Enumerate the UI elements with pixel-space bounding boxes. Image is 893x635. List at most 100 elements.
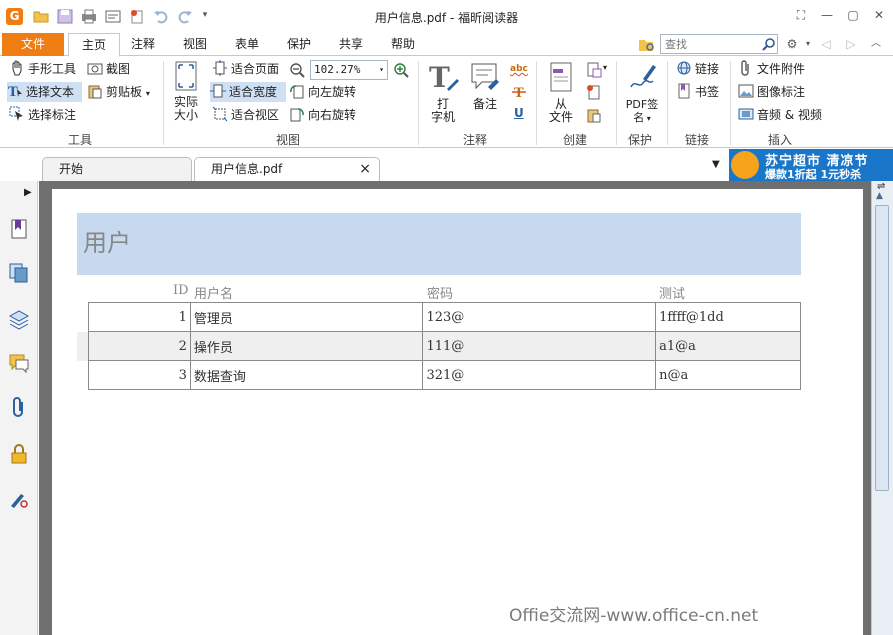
fit-width-button[interactable]: 适合宽度 xyxy=(210,82,286,102)
scroll-up-icon[interactable]: ▲ xyxy=(876,191,883,201)
close-tab-icon[interactable]: × xyxy=(359,158,371,180)
group-label-create: 创建 xyxy=(562,133,587,147)
bookmark-panel-icon[interactable] xyxy=(8,218,30,240)
file-attachment-button[interactable]: 文件附件 xyxy=(738,59,805,79)
cell-password: 111@ xyxy=(422,331,657,361)
security-lock-icon[interactable] xyxy=(8,443,30,465)
previous-icon[interactable]: ◁ xyxy=(818,36,834,52)
settings-dropdown-icon[interactable]: ▾ xyxy=(800,36,816,52)
from-file-button[interactable]: 从 文件 xyxy=(542,61,580,124)
navigation-panel: ▶ xyxy=(0,181,38,635)
layers-panel-icon[interactable] xyxy=(8,308,30,330)
collapse-ribbon-icon[interactable]: ︿ xyxy=(868,36,884,52)
rotate-right-button[interactable]: 向右旋转 xyxy=(289,105,356,125)
highlight-text-button[interactable]: abc xyxy=(510,59,528,79)
doc-tab-start[interactable]: 开始 xyxy=(42,157,192,181)
document-viewport[interactable]: 用户 ID 用户名 密码 测试 1 管理员 123@ 1ffff@1dd 2 操… xyxy=(39,181,871,635)
scrollbar-thumb[interactable] xyxy=(875,205,889,491)
maximize-button[interactable]: ▢ xyxy=(845,7,861,23)
find-folder-icon[interactable] xyxy=(638,36,656,53)
cell-test: 1ffff@1dd xyxy=(655,302,801,332)
tab-comment[interactable]: 注释 xyxy=(122,33,164,56)
cell-id: 3 xyxy=(88,360,191,390)
cell-password: 123@ xyxy=(422,302,657,332)
cell-test: a1@a xyxy=(655,331,801,361)
hand-icon xyxy=(12,60,22,76)
group-label-protect: 保护 xyxy=(627,133,652,147)
site-watermark: Offie交流网-www.office-cn.net xyxy=(509,606,759,626)
strikeout-icon[interactable]: T xyxy=(512,85,526,99)
vertical-scrollbar[interactable]: ⇌ ▲ xyxy=(871,181,893,635)
create-pdf-icon[interactable] xyxy=(586,62,602,78)
group-label-tools: 工具 xyxy=(67,133,92,147)
minimize-button[interactable]: — xyxy=(819,7,835,23)
search-input[interactable] xyxy=(660,34,778,54)
cell-username: 数据查询 xyxy=(189,360,424,390)
tab-protect[interactable]: 保护 xyxy=(278,33,320,56)
select-annotation-button[interactable]: 选择标注 xyxy=(9,105,76,125)
settings-gear-icon[interactable]: ⚙ xyxy=(784,36,800,52)
fit-page-button[interactable]: 适合页面 xyxy=(212,59,279,79)
pdf-sign-button[interactable]: PDF签 名 ▾ xyxy=(622,61,662,125)
note-button[interactable]: 备注 xyxy=(468,61,502,111)
comments-panel-icon[interactable] xyxy=(8,352,30,374)
pdf-sign-icon xyxy=(630,65,656,88)
pages-panel-icon[interactable] xyxy=(8,262,30,284)
group-label-view: 视图 xyxy=(275,133,300,147)
next-icon[interactable]: ▷ xyxy=(843,36,859,52)
rotate-left-button[interactable]: 向左旋转 xyxy=(289,82,356,102)
close-button[interactable]: ✕ xyxy=(871,7,887,23)
column-header-test: 测试 xyxy=(659,287,686,302)
cell-username: 管理员 xyxy=(189,302,424,332)
svg-text:T: T xyxy=(8,85,18,99)
cell-username: 操作员 xyxy=(189,331,424,361)
tab-home[interactable]: 主页 xyxy=(68,33,120,57)
clipboard-dropdown-icon: ▾ xyxy=(145,89,150,98)
audio-video-button[interactable]: 音频 & 视频 xyxy=(738,105,822,125)
tab-help[interactable]: 帮助 xyxy=(382,33,424,56)
create-dropdown-icon[interactable]: ▾ xyxy=(603,58,607,78)
zoom-out-icon[interactable] xyxy=(289,62,305,78)
tab-view[interactable]: 视图 xyxy=(174,33,216,56)
select-text-button[interactable]: T 选择文本 xyxy=(7,82,82,102)
from-file-icon xyxy=(550,62,572,92)
menu-file[interactable]: 文件 xyxy=(2,33,64,56)
tab-share[interactable]: 共享 xyxy=(330,33,372,56)
actual-size-button[interactable]: 实际 大小 xyxy=(168,61,204,122)
group-label-links: 链接 xyxy=(684,133,709,147)
signature-panel-icon[interactable] xyxy=(8,488,30,510)
bookmark-button[interactable]: 书签 xyxy=(676,82,719,102)
advertisement-banner[interactable]: 苏宁超市 清凉节 爆款1折起 1元秒杀 xyxy=(729,149,893,181)
doc-tab-user-info[interactable]: 用户信息.pdf × xyxy=(194,157,380,181)
underline-button[interactable]: U xyxy=(514,103,524,123)
rotate-left-icon xyxy=(290,85,304,99)
blank-page-icon[interactable] xyxy=(586,84,602,100)
link-button[interactable]: 链接 xyxy=(676,59,719,79)
hand-tool-button[interactable]: 手形工具 xyxy=(9,59,76,79)
search-icon[interactable] xyxy=(762,37,776,51)
image-annotation-button[interactable]: 图像标注 xyxy=(738,82,805,102)
attachments-panel-icon[interactable] xyxy=(8,397,30,419)
title-bar: G ▾ 用户信息.pdf - 福昕阅读器 ⛶ — ▢ ✕ xyxy=(0,0,893,33)
column-header-username: 用户名 xyxy=(194,287,234,302)
group-separator xyxy=(667,61,668,145)
group-separator xyxy=(418,61,419,145)
clipboard-pdf-icon[interactable] xyxy=(586,107,602,123)
typewriter-button[interactable]: T 打 字机 xyxy=(425,61,461,124)
tab-list-dropdown-icon[interactable]: ▼ xyxy=(712,159,720,170)
window-title: 用户信息.pdf - 福昕阅读器 xyxy=(374,11,519,25)
ad-lion-logo-icon xyxy=(731,151,759,179)
cell-password: 321@ xyxy=(422,360,657,390)
clipboard-button[interactable]: 剪贴板 ▾ xyxy=(87,82,150,102)
zoom-in-icon[interactable] xyxy=(393,62,409,78)
snapshot-button[interactable]: 截图 xyxy=(87,59,130,79)
svg-text:T: T xyxy=(429,61,450,94)
table-row: 3 数据查询 321@ n@a xyxy=(88,360,801,390)
zoom-level-select[interactable]: 102.27% ▾ xyxy=(310,60,388,80)
column-header-password: 密码 xyxy=(427,287,454,302)
fullscreen-icon[interactable]: ⛶ xyxy=(793,7,809,23)
tab-form[interactable]: 表单 xyxy=(226,33,268,56)
expand-panel-icon[interactable]: ▶ xyxy=(24,187,32,198)
zoom-dropdown-icon: ▾ xyxy=(379,65,384,74)
fit-visible-button[interactable]: 适合视区 xyxy=(212,105,279,125)
